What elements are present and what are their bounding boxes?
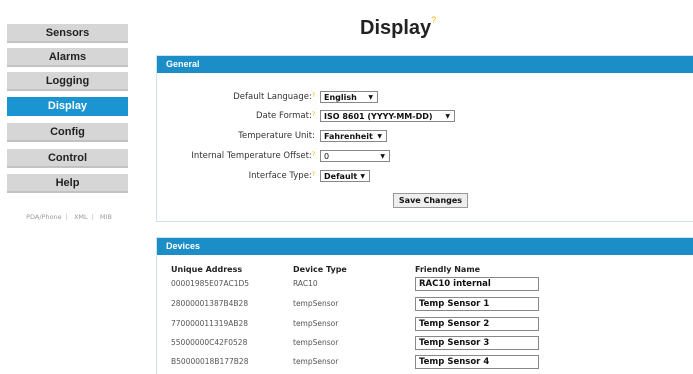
general-panel-title: General xyxy=(157,56,693,73)
device-address: B50000018B177B28 xyxy=(171,357,249,366)
sidebar-item-config[interactable]: Config xyxy=(7,123,128,142)
friendly-name-input[interactable]: Temp Sensor 4 xyxy=(415,355,539,369)
column-header-name: Friendly Name xyxy=(415,265,481,274)
devices-panel: Devices Unique Address Device Type Frien… xyxy=(156,237,693,374)
friendly-name-input[interactable]: Temp Sensor 3 xyxy=(415,336,539,350)
pda-phone-link[interactable]: PDA/Phone xyxy=(26,213,62,221)
page-title-text: Display xyxy=(360,17,432,39)
chevron-down-icon: ▼ xyxy=(380,153,385,160)
device-type: tempSensor xyxy=(293,319,339,328)
device-address: 00001985E07AC1D5 xyxy=(171,279,250,288)
date-format-row: Date Format:? ISO 8601 (YYYY-MM-DD) ▼ xyxy=(157,110,693,124)
sidebar-item-display[interactable]: Display xyxy=(7,97,128,116)
sidebar-item-sensors[interactable]: Sensors xyxy=(7,24,128,43)
interface-type-label: Interface Type:? xyxy=(248,171,315,181)
sidebar-item-help[interactable]: Help xyxy=(7,174,128,193)
save-changes-button[interactable]: Save Changes xyxy=(393,193,468,208)
column-header-type: Device Type xyxy=(293,265,347,274)
device-address: 770000011319AB28 xyxy=(171,319,249,328)
help-icon[interactable]: ? xyxy=(312,171,315,178)
sidebar: Sensors Alarms Logging Display Config Co… xyxy=(0,0,138,373)
chevron-down-icon: ▼ xyxy=(360,173,365,180)
device-type: tempSensor xyxy=(293,357,339,366)
interface-type-select[interactable]: Default ▼ xyxy=(320,170,370,182)
chevron-down-icon: ▼ xyxy=(368,94,373,101)
temp-offset-label: Internal Temperature Offset:? xyxy=(191,151,315,161)
language-label: Default Language:? xyxy=(233,92,315,102)
mib-link[interactable]: MIB xyxy=(100,213,112,221)
friendly-name-input[interactable]: Temp Sensor 2 xyxy=(415,317,539,331)
footer-links: PDA/Phone | XML | MIB xyxy=(26,213,112,221)
devices-panel-title: Devices xyxy=(157,238,693,255)
device-type: tempSensor xyxy=(293,338,339,347)
sidebar-item-logging[interactable]: Logging xyxy=(7,72,128,91)
device-type: tempSensor xyxy=(293,299,339,308)
chevron-down-icon: ▼ xyxy=(445,113,450,120)
chevron-down-icon: ▼ xyxy=(377,133,382,140)
date-format-label: Date Format:? xyxy=(255,111,315,121)
temp-offset-select[interactable]: 0 ▼ xyxy=(320,150,390,162)
device-address: 28000001387B4B28 xyxy=(171,299,249,308)
sidebar-item-control[interactable]: Control xyxy=(7,149,128,168)
interface-type-row: Interface Type:? Default ▼ xyxy=(157,170,693,184)
column-header-address: Unique Address xyxy=(171,265,243,274)
temp-unit-row: Temperature Unit: Fahrenheit ▼ xyxy=(157,130,693,144)
temp-unit-select[interactable]: Fahrenheit ▼ xyxy=(320,130,387,142)
temp-unit-label: Temperature Unit: xyxy=(238,131,315,141)
sidebar-item-alarms[interactable]: Alarms xyxy=(7,48,128,67)
help-icon[interactable]: ? xyxy=(312,111,315,118)
date-format-select[interactable]: ISO 8601 (YYYY-MM-DD) ▼ xyxy=(320,110,455,122)
help-icon[interactable]: ? xyxy=(312,92,315,99)
general-panel: General Default Language:? English ▼ Date… xyxy=(156,55,693,222)
friendly-name-input[interactable]: Temp Sensor 1 xyxy=(415,297,539,311)
device-address: 55000000C42F0528 xyxy=(171,338,248,347)
temp-offset-row: Internal Temperature Offset:? 0 ▼ xyxy=(157,150,693,164)
friendly-name-input[interactable]: RAC10 internal xyxy=(415,277,539,291)
page-title: Display? xyxy=(360,15,436,40)
language-select[interactable]: English ▼ xyxy=(320,91,378,103)
language-row: Default Language:? English ▼ xyxy=(157,91,693,105)
help-icon[interactable]: ? xyxy=(312,151,315,158)
device-type: RAC10 xyxy=(293,279,318,288)
xml-link[interactable]: XML xyxy=(74,213,88,221)
help-icon[interactable]: ? xyxy=(431,15,436,25)
